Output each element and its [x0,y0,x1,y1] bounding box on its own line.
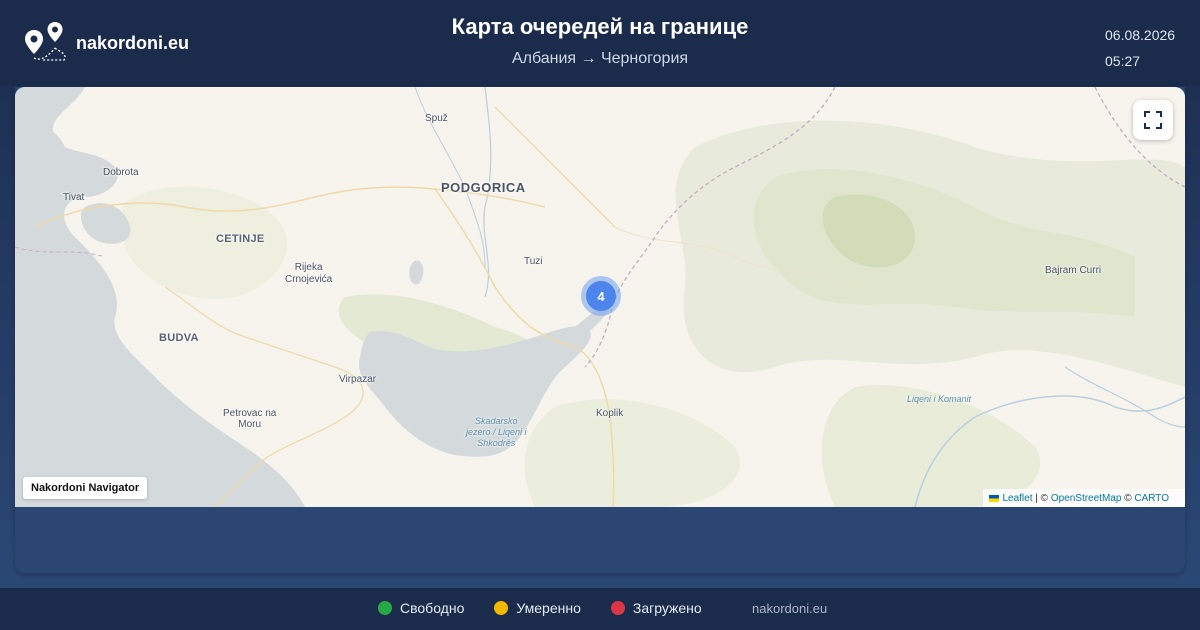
legend-item-free: Свободно [378,600,464,616]
attribution-sep-1: | © [1032,492,1051,504]
attribution-sep-2: © [1121,492,1135,504]
place-cetinje: CETINJE [216,233,265,245]
page-title: Карта очередей на границе [451,14,749,39]
place-rijeka: Rijeka Crnojevića [285,262,333,285]
place-budva: BUDVA [159,332,199,344]
legend-label-moderate: Умеренно [516,600,581,616]
place-komani-lake: Liqeni i Komanit [907,394,972,404]
map[interactable]: Spuž Dobrota Tivat PODGORICA CETINJE Tuz… [15,87,1185,507]
navigator-badge[interactable]: Nakordoni Navigator [23,477,148,499]
site-name: nakordoni.eu [76,32,190,53]
place-bajram-curri: Bajram Curri [1045,265,1102,276]
fullscreen-icon [1144,111,1162,129]
ukraine-flag-icon [989,494,1000,502]
time-label: 05:27 [1105,53,1141,69]
place-podgorica: PODGORICA [441,180,526,195]
place-skadar-lake: Skadarsko jezero / Liqeni i Shkodrës [466,416,527,448]
header: nakordoni.eu Карта очередей на границе А… [0,0,1200,86]
green-dot-icon [378,601,392,615]
datetime: 06.08.2026 05:27 [1105,22,1175,74]
fullscreen-button[interactable] [1133,100,1173,140]
footer: Свободно Умеренно Загружено nakordoni.eu [0,588,1200,630]
legend-item-moderate: Умеренно [494,600,581,616]
date-label: 06.08.2026 [1105,27,1176,43]
place-tuzi: Tuzi [524,256,543,267]
leaflet-link[interactable]: Leaflet [1002,493,1032,504]
status-legend: Свободно Умеренно Загружено [378,600,732,616]
legend-label-busy: Загружено [632,600,702,616]
map-attribution: Leaflet | © OpenStreetMap © CARTO [983,489,1185,507]
place-petrovac: Petrovac na Moru [223,408,277,430]
osm-link[interactable]: OpenStreetMap [1051,493,1122,504]
yellow-dot-icon [494,601,509,615]
cluster-count: 4 [586,281,616,311]
legend-label-free: Свободно [400,600,465,616]
place-koplik: Koplik [596,408,624,419]
place-spuz: Spuž [425,113,448,124]
logo[interactable]: nakordoni.eu [24,22,189,64]
legend-item-busy: Загружено [610,600,702,616]
title-block: Карта очередей на границе Албания → Черн… [300,14,900,68]
carto-link[interactable]: CARTO [1134,493,1169,504]
footer-site[interactable]: nakordoni.eu [752,601,827,616]
place-dobrota: Dobrota [103,167,139,178]
route-subtitle: Албания → Черногория [511,50,689,67]
red-dot-icon [610,601,625,615]
map-pin-icon [25,22,66,61]
border-crossing-cluster[interactable]: 4 [581,276,621,316]
place-virpazar: Virpazar [339,374,377,385]
place-tivat: Tivat [63,192,85,203]
